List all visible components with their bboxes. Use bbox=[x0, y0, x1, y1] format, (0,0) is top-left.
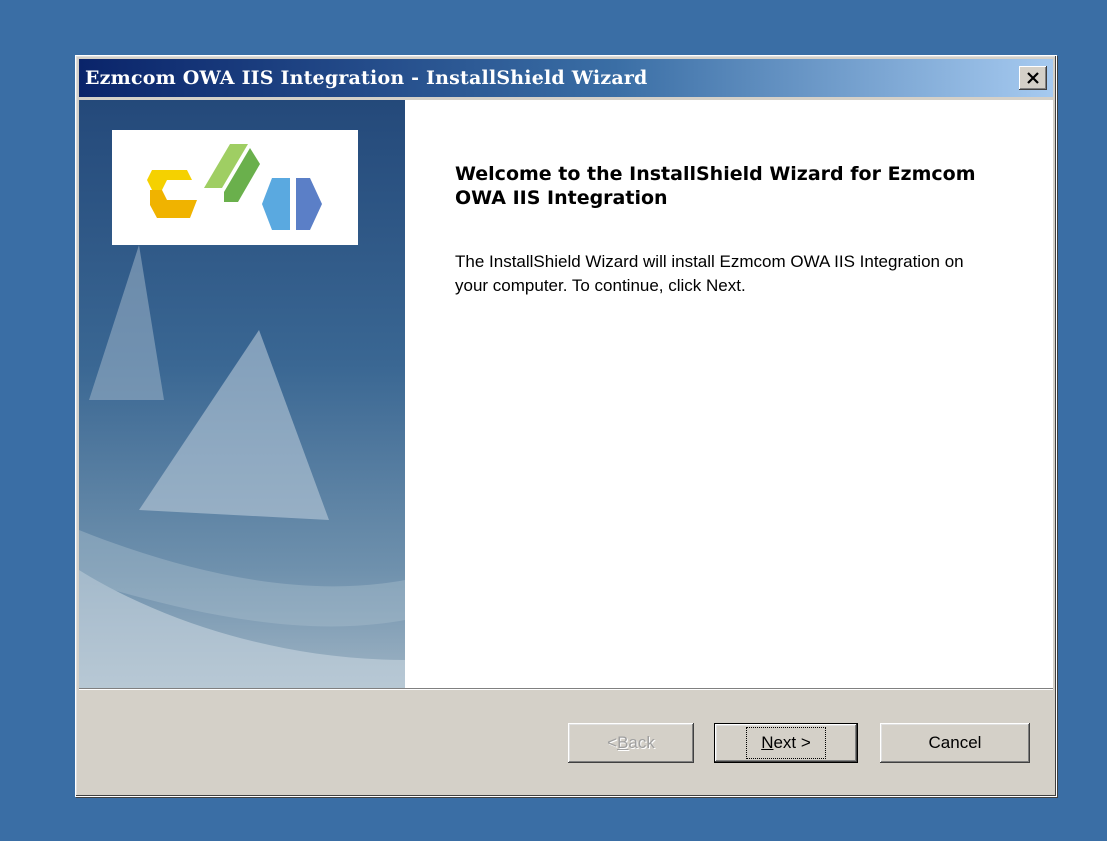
next-button-mnemonic: N bbox=[761, 733, 774, 752]
installer-window: Ezmcom OWA IIS Integration - InstallShie… bbox=[75, 55, 1057, 797]
footer-divider bbox=[79, 688, 1053, 690]
back-button[interactable]: < Back bbox=[568, 723, 694, 763]
next-focus-ring: Next > bbox=[746, 727, 826, 759]
title-bar[interactable]: Ezmcom OWA IIS Integration - InstallShie… bbox=[79, 59, 1053, 97]
welcome-description: The InstallShield Wizard will install Ez… bbox=[455, 252, 964, 295]
next-button-label: ext > bbox=[773, 733, 811, 752]
ezmcom-logo-icon bbox=[147, 144, 322, 230]
window-title: Ezmcom OWA IIS Integration - InstallShie… bbox=[85, 67, 648, 89]
side-banner bbox=[79, 100, 405, 688]
company-logo bbox=[112, 130, 358, 245]
close-icon bbox=[1027, 72, 1039, 84]
back-button-prefix: < bbox=[607, 733, 618, 752]
welcome-heading: Welcome to the InstallShield Wizard for … bbox=[455, 163, 976, 209]
next-button[interactable]: Next > bbox=[714, 723, 858, 763]
back-button-label: ack bbox=[628, 733, 655, 752]
back-button-mnemonic: B bbox=[617, 733, 629, 752]
wizard-content: Welcome to the InstallShield Wizard for … bbox=[79, 100, 1053, 688]
cancel-button[interactable]: Cancel bbox=[880, 723, 1030, 763]
close-button[interactable] bbox=[1019, 66, 1047, 90]
